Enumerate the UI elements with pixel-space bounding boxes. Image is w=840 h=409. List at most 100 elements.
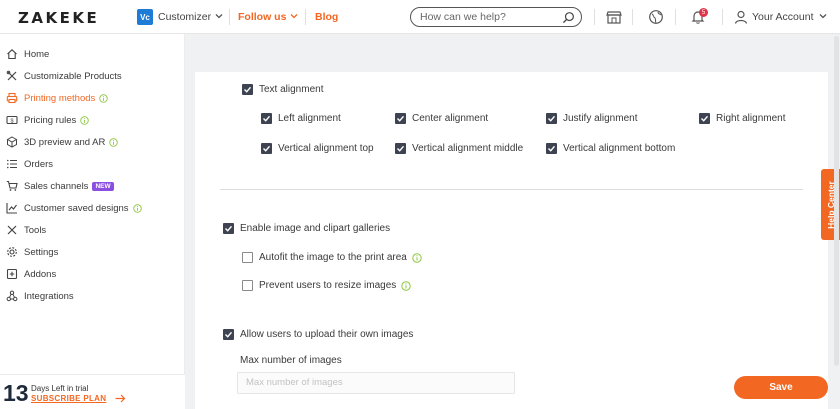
new-badge: NEW [92,181,114,191]
search-box[interactable] [410,7,582,27]
trial-days-label: Days Left in trial [31,384,89,393]
chevron-down-icon[interactable] [818,11,828,21]
checkbox-checked[interactable] [223,329,234,340]
sidebar-item-integrations[interactable]: Integrations [6,288,74,304]
sidebar-item-home[interactable]: Home [6,46,49,62]
gear-icon [7,247,17,257]
checkbox-checked[interactable] [223,223,234,234]
sidebar-item-label: Sales channels [24,180,89,192]
check-icon [548,145,556,152]
prevent-resize-checkbox[interactable]: Prevent users to resize images [242,280,411,291]
max-images-field[interactable] [237,372,515,394]
customizer-app-icon[interactable]: Vc [137,9,153,25]
divider [594,9,595,25]
sidebar-item-label: Customizable Products [24,70,122,82]
info-icon[interactable] [80,115,90,125]
vertical-alignment-middle-checkbox[interactable]: Vertical alignment middle [395,143,523,154]
search-input[interactable] [420,11,560,23]
sidebar-item-label: Customer saved designs [24,202,129,214]
check-icon [397,115,405,122]
checkbox-label: Right alignment [716,113,786,124]
sidebar-item-label: Settings [24,246,59,258]
sidebar-item-orders[interactable]: Orders [6,156,53,172]
checkbox-checked[interactable] [261,143,272,154]
integrations-icon [6,290,18,302]
follow-us-menu[interactable]: Follow us [238,11,286,23]
sidebar-item-addons[interactable]: Addons [6,266,56,282]
arrow-right-icon[interactable] [115,394,126,403]
search-icon[interactable] [562,11,575,24]
info-icon[interactable] [109,137,119,147]
chevron-down-icon[interactable] [289,11,299,21]
sidebar-item-printing-methods[interactable]: Printing methods [6,90,109,106]
info-icon[interactable] [412,252,422,263]
sidebar-item-label: Pricing rules [24,114,77,126]
checkbox-checked[interactable] [395,143,406,154]
checkbox-unchecked[interactable] [242,280,253,291]
right-alignment-checkbox[interactable]: Right alignment [699,113,785,124]
sidebar-item-label: Tools [24,224,47,236]
checkbox-checked[interactable] [242,84,253,95]
subscribe-plan-link[interactable]: SUBSCRIBE PLAN [31,394,106,403]
info-icon[interactable] [132,203,142,213]
blog-link[interactable]: Blog [315,11,338,23]
account-menu[interactable]: Your Account [752,11,814,23]
check-icon [397,145,405,152]
sidebar-item-pricing-rules[interactable]: $ Pricing rules [6,112,90,128]
tools-icon [6,70,17,81]
pricing-icon: $ [6,115,18,124]
checkbox-label: Autofit the image to the print area [259,252,407,263]
checkbox-checked[interactable] [699,113,710,124]
vertical-alignment-bottom-checkbox[interactable]: Vertical alignment bottom [546,143,675,154]
cube-icon [7,136,17,148]
sidebar-item-label: Printing methods [24,92,96,104]
image-galleries-checkbox[interactable]: Enable image and clipart galleries [223,223,390,234]
save-button[interactable]: Save [734,376,828,399]
justify-alignment-checkbox[interactable]: Justify alignment [546,113,637,124]
sidebar: Home Customizable Products Printing meth… [0,34,185,409]
globe-icon[interactable] [648,9,664,25]
checkbox-checked[interactable] [546,113,557,124]
sidebar-item-customer-saved-designs[interactable]: Customer saved designs [6,200,142,216]
checkbox-checked[interactable] [546,143,557,154]
checkbox-checked[interactable] [395,113,406,124]
checkbox-unchecked[interactable] [242,252,253,263]
user-icon[interactable] [733,9,749,25]
sidebar-item-3d-preview[interactable]: 3D preview and AR [6,134,119,150]
checkbox-label: Allow users to upload their own images [240,329,414,340]
check-icon [701,115,709,122]
zakeke-logo[interactable]: ZAKEKE [18,9,99,27]
chevron-down-icon[interactable] [214,11,224,21]
customizer-menu[interactable]: Customizer [158,11,211,23]
store-icon[interactable] [606,9,622,25]
checkbox-label: Text alignment [259,84,324,95]
sidebar-item-tools[interactable]: Tools [6,222,46,238]
cart-icon [6,180,18,191]
sidebar-item-customizable-products[interactable]: Customizable Products [6,68,122,84]
autofit-checkbox[interactable]: Autofit the image to the print area [242,252,422,263]
checkbox-label: Left alignment [278,113,341,124]
text-alignment-checkbox[interactable]: Text alignment [242,84,323,95]
vertical-alignment-top-checkbox[interactable]: Vertical alignment top [261,143,374,154]
center-alignment-checkbox[interactable]: Center alignment [395,113,488,124]
design-chart-icon [6,203,17,214]
checkbox-label: Vertical alignment top [278,143,374,154]
sidebar-item-label: Orders [24,158,54,170]
notification-badge: 5 [699,8,708,17]
sidebar-item-settings[interactable]: Settings [6,244,58,260]
trial-days-count: 13 [3,380,29,406]
section-divider [220,189,803,190]
list-icon [7,159,17,169]
left-alignment-checkbox[interactable]: Left alignment [261,113,341,124]
upload-images-checkbox[interactable]: Allow users to upload their own images [223,329,413,340]
info-icon[interactable] [401,280,411,291]
checkbox-label: Vertical alignment bottom [563,143,676,154]
max-images-input[interactable] [238,373,514,392]
trial-banner: 13 Days Left in trial SUBSCRIBE PLAN [0,374,185,409]
check-icon [263,145,271,152]
divider [675,9,676,25]
checkbox-checked[interactable] [261,113,272,124]
info-icon[interactable] [99,93,109,103]
scrollbar[interactable] [834,36,839,366]
sidebar-item-sales-channels[interactable]: Sales channels NEW [6,178,114,194]
